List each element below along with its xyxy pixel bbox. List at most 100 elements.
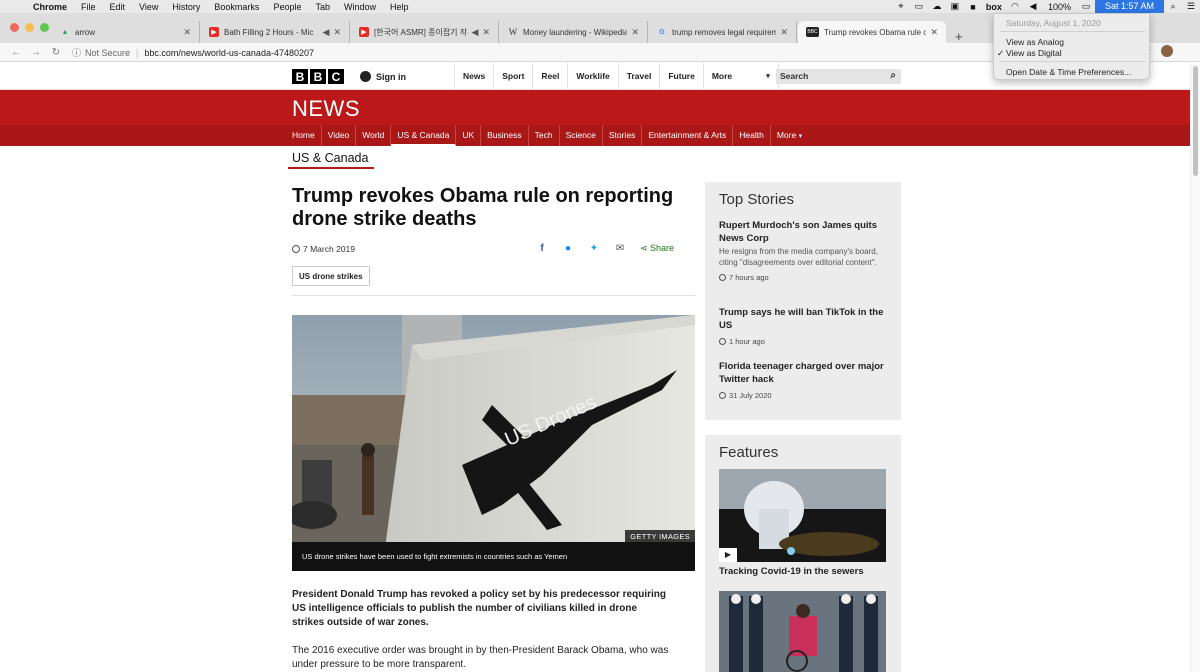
email-icon[interactable]: ✉ <box>614 243 626 254</box>
story-headline[interactable]: Trump says he will ban TikTok in the US <box>719 306 891 332</box>
menu-window[interactable]: Window <box>337 2 383 12</box>
nav-stories[interactable]: Stories <box>603 125 643 146</box>
menu-view[interactable]: View <box>132 2 165 12</box>
sign-in-link[interactable]: Sign in <box>360 63 406 90</box>
status-area: ⌖ ▭ ☁ ▣ ■ box ◠ ◀ 100% ▭ Sat 1:57 AM ⌕ ☰ <box>892 0 1200 13</box>
screen-icon[interactable]: ▭ <box>910 1 928 12</box>
menu-people[interactable]: People <box>266 2 308 12</box>
article-paragraph: The 2016 executive order was brought in … <box>292 645 669 670</box>
top-nav-travel[interactable]: Travel <box>617 63 660 90</box>
share-icon: ⋖ <box>640 243 651 253</box>
top-nav-future[interactable]: Future <box>659 63 702 90</box>
feature-headline[interactable]: Tracking Covid-19 in the sewers <box>719 566 864 577</box>
browser-tab[interactable]: W Money laundering - Wikipedia ✕ <box>500 21 648 43</box>
info-icon[interactable]: ⓘ <box>72 46 81 59</box>
url-text[interactable]: bbc.com/news/world-us-canada-47480207 <box>144 48 314 58</box>
page-scrollbar[interactable] <box>1190 63 1200 672</box>
new-tab-button[interactable]: + <box>955 29 963 44</box>
close-tab-icon[interactable]: ✕ <box>482 27 490 38</box>
app2-icon[interactable]: ■ <box>964 2 982 12</box>
view-as-digital-item[interactable]: ✓ View as Digital <box>997 48 1062 58</box>
app-icon[interactable]: ▣ <box>946 1 964 12</box>
nav-health[interactable]: Health <box>733 125 771 146</box>
feature-image[interactable] <box>719 591 886 672</box>
nav-video[interactable]: Video <box>322 125 357 146</box>
bbc-search-input[interactable]: Search ⌕ <box>776 69 901 84</box>
share-button[interactable]: ⋖ Share <box>640 243 674 254</box>
browser-tab[interactable]: ▲ arrow ✕ <box>52 21 200 43</box>
nav-entertainment-arts[interactable]: Entertainment & Arts <box>642 125 734 146</box>
menu-help[interactable]: Help <box>383 2 416 12</box>
date-time-preferences-item[interactable]: Open Date & Time Preferences... <box>1006 67 1131 77</box>
close-tab-icon[interactable]: ✕ <box>183 27 191 38</box>
nav-us-canada[interactable]: US & Canada <box>391 125 457 146</box>
top-story-item[interactable]: Florida teenager charged over major Twit… <box>719 360 891 400</box>
nav-world[interactable]: World <box>356 125 392 146</box>
story-headline[interactable]: Florida teenager charged over major Twit… <box>719 360 891 386</box>
address-bar[interactable]: ⓘ Not Secure | bbc.com/news/world-us-can… <box>72 45 1142 60</box>
close-tab-icon[interactable]: ✕ <box>631 27 639 38</box>
minimize-window-button[interactable] <box>25 23 34 32</box>
not-secure-label[interactable]: Not Secure <box>85 48 130 58</box>
back-arrow-icon[interactable]: ← <box>6 47 26 58</box>
notification-center-icon[interactable]: ☰ <box>1182 1 1200 12</box>
browser-tab[interactable]: ▶ Bath Filling 2 Hours - Mic ◀ ✕ <box>201 21 350 43</box>
play-video-icon[interactable]: ▶ <box>719 548 737 562</box>
top-nav-worklife[interactable]: Worklife <box>567 63 617 90</box>
scrollbar-thumb[interactable] <box>1193 66 1198 176</box>
audio-playing-icon[interactable]: ◀ <box>323 27 330 38</box>
menubar-clock[interactable]: Sat 1:57 AM <box>1094 0 1164 13</box>
top-nav-sport[interactable]: Sport <box>493 63 532 90</box>
top-nav-news[interactable]: News <box>454 63 493 90</box>
feature-image[interactable]: ▶ <box>719 469 886 562</box>
top-story-item[interactable]: Trump says he will ban TikTok in the US … <box>719 306 891 346</box>
news-logo[interactable]: NEWS <box>292 96 360 122</box>
twitter-icon[interactable]: ✦ <box>588 243 600 254</box>
top-nav-reel[interactable]: Reel <box>532 63 567 90</box>
cloud-icon[interactable]: ☁ <box>928 1 946 12</box>
nav-home[interactable]: Home <box>286 125 322 146</box>
wifi-icon[interactable]: ◠ <box>1006 1 1024 12</box>
nav-uk[interactable]: UK <box>456 125 482 146</box>
close-window-button[interactable] <box>10 23 19 32</box>
battery-percent[interactable]: 100% <box>1042 2 1077 12</box>
reload-icon[interactable]: ↻ <box>46 47 66 58</box>
top-nav-more[interactable]: More ▾ <box>702 63 779 90</box>
nav-business[interactable]: Business <box>481 125 529 146</box>
story-headline[interactable]: Rupert Murdoch's son James quits News Co… <box>719 219 891 245</box>
close-tab-icon[interactable]: ✕ <box>930 27 938 38</box>
menu-tab[interactable]: Tab <box>308 2 337 12</box>
close-tab-icon[interactable]: ✕ <box>780 27 788 38</box>
browser-tab[interactable]: ▶ [한국어 ASMR] 종이접기 작품 ◀ ✕ <box>351 21 499 43</box>
date-label: 7 March 2019 <box>303 244 355 254</box>
zoom-window-button[interactable] <box>40 23 49 32</box>
topic-tag[interactable]: US drone strikes <box>292 266 370 286</box>
facebook-icon[interactable]: f <box>536 243 548 254</box>
forward-arrow-icon[interactable]: → <box>26 47 46 58</box>
bbc-logo[interactable]: B B C <box>292 69 344 84</box>
menu-bookmarks[interactable]: Bookmarks <box>207 2 266 12</box>
location-icon[interactable]: ⌖ <box>892 1 910 12</box>
browser-tab-active[interactable]: BBC Trump revokes Obama rule on ✕ <box>798 21 946 43</box>
profile-avatar[interactable] <box>1161 45 1173 57</box>
search-icon[interactable]: ⌕ <box>890 70 896 81</box>
menu-history[interactable]: History <box>165 2 207 12</box>
volume-icon[interactable]: ◀ <box>1024 1 1042 12</box>
nav-tech[interactable]: Tech <box>529 125 560 146</box>
spotlight-icon[interactable]: ⌕ <box>1164 1 1182 12</box>
menu-edit[interactable]: Edit <box>103 2 133 12</box>
view-as-analog-item[interactable]: View as Analog <box>1006 37 1064 47</box>
nav-science[interactable]: Science <box>560 125 603 146</box>
section-title[interactable]: US & Canada <box>292 151 368 165</box>
menu-chrome[interactable]: Chrome <box>26 2 74 12</box>
box-icon[interactable]: box <box>982 2 1006 12</box>
clock-icon <box>719 274 726 281</box>
top-story-item[interactable]: Rupert Murdoch's son James quits News Co… <box>719 219 891 282</box>
browser-tab[interactable]: G trump removes legal requireme ✕ <box>649 21 797 43</box>
nav-more[interactable]: More ▾ <box>771 125 808 146</box>
menu-file[interactable]: File <box>74 2 103 12</box>
battery-icon[interactable]: ▭ <box>1077 1 1095 12</box>
messenger-icon[interactable]: ● <box>562 243 574 254</box>
close-tab-icon[interactable]: ✕ <box>333 27 341 38</box>
audio-playing-icon[interactable]: ◀ <box>472 27 479 38</box>
